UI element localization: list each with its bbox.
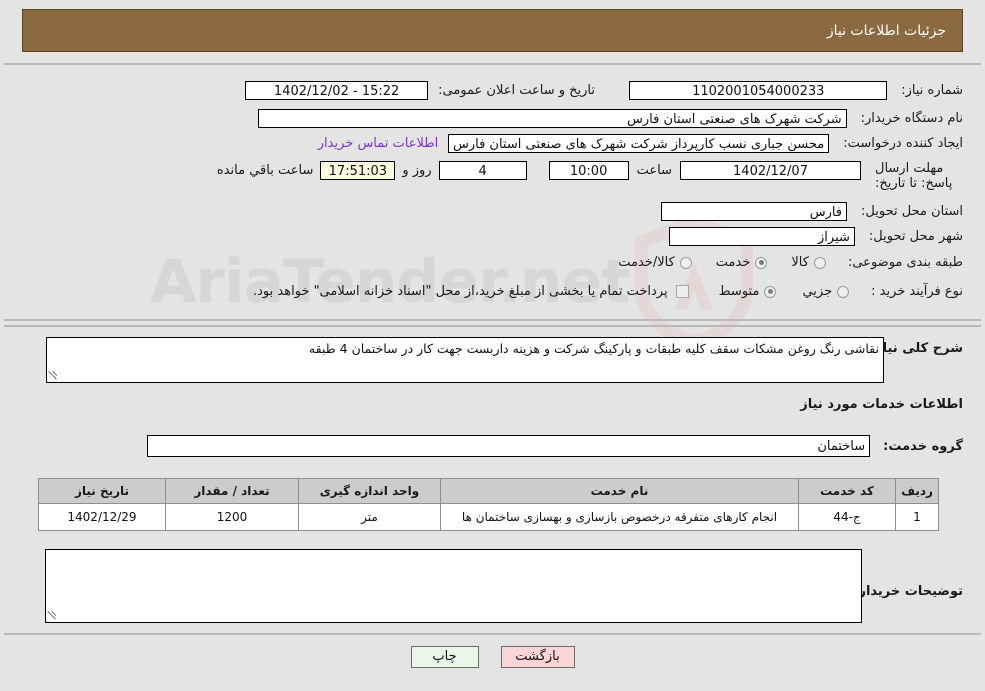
- need-number-label: شماره نیاز:: [901, 83, 963, 98]
- cell-row: 1: [895, 503, 939, 531]
- table-row: 1 ج-44 انجام کارهای متفرقه درخصوص بازساز…: [38, 503, 939, 531]
- city-value: شیراز: [668, 227, 855, 246]
- buyer-org-row: نام دستگاه خریدار: شرکت شهرک های صنعتی ا…: [257, 109, 963, 128]
- treasury-note: پرداخت تمام یا بخشی از مبلغ خرید،از محل …: [253, 284, 668, 299]
- page-header: جزئیات اطلاعات نیاز: [22, 9, 963, 52]
- category-radio-kala-khedmat[interactable]: [679, 256, 692, 269]
- process-label-jozei: جزیي: [802, 284, 833, 299]
- services-section-title: اطلاعات خدمات مورد نیاز: [800, 397, 963, 412]
- section-title-wrap: اطلاعات خدمات مورد نیاز: [800, 397, 963, 412]
- page-title: جزئیات اطلاعات نیاز: [826, 22, 946, 39]
- print-button[interactable]: چاپ: [410, 646, 479, 668]
- process-row: نوع فرآیند خرید : جزیي متوسط پرداخت تمام…: [253, 284, 963, 299]
- cell-date: 1402/12/29: [38, 503, 166, 531]
- table-header-row: ردیف کد خدمت نام خدمت واحد اندازه گیری ت…: [38, 478, 939, 504]
- hour-label: ساعت: [636, 163, 672, 178]
- category-label-kala: کالا: [791, 255, 809, 270]
- category-row: طبقه بندی موضوعی: کالا خدمت کالا/خدمت: [618, 255, 963, 270]
- buyer-contact-link[interactable]: اطلاعات تماس خریدار: [318, 136, 438, 151]
- buyer-notes-label: توضیحات خریدار:: [853, 584, 963, 599]
- process-radio-jozei[interactable]: [837, 285, 850, 298]
- cell-unit: متر: [298, 503, 441, 531]
- buyer-notes-label-wrap: توضیحات خریدار:: [853, 584, 963, 599]
- th-date: تاریخ نیاز: [38, 478, 166, 504]
- creator-value: محسن جباری نسب کارپرداز شرکت شهرک های صن…: [448, 134, 830, 153]
- creator-row: ایجاد کننده درخواست: محسن جباری نسب کارپ…: [318, 134, 963, 153]
- remaining-days: 4: [438, 161, 527, 180]
- process-label: نوع فرآیند خرید :: [871, 284, 963, 299]
- category-label: طبقه بندی موضوعی:: [847, 255, 963, 270]
- summary-value: نقاشی رنگ روغن مشکات سقف کلیه طبقات و پا…: [308, 341, 879, 356]
- action-buttons: بازگشت چاپ: [0, 646, 985, 668]
- province-row: استان محل تحویل: فارس: [661, 202, 963, 221]
- service-group-value: ساختمان: [147, 435, 871, 457]
- th-row: ردیف: [895, 478, 939, 504]
- buyer-notes-textarea[interactable]: [45, 549, 862, 623]
- announce-row: تاریخ و ساعت اعلان عمومی: 15:22 - 1402/1…: [245, 81, 595, 100]
- resize-grip-icon[interactable]: [48, 371, 59, 381]
- countdown-timer: 17:51:03: [320, 161, 396, 180]
- category-option-kala-khedmat[interactable]: کالا/خدمت: [618, 255, 692, 270]
- days-unit-label: روز و: [402, 163, 432, 178]
- category-label-khedmat: خدمت: [715, 255, 751, 270]
- summary-textarea[interactable]: نقاشی رنگ روغن مشکات سقف کلیه طبقات و پا…: [46, 337, 884, 383]
- service-group-label: گروه خدمت:: [883, 438, 963, 454]
- category-radio-khedmat[interactable]: [755, 256, 768, 269]
- process-label-motevaset: متوسط: [718, 284, 760, 299]
- creator-label: ایجاد کننده درخواست:: [843, 136, 963, 151]
- th-qty: تعداد / مقدار: [165, 478, 299, 504]
- th-name: نام خدمت: [440, 478, 799, 504]
- deadline-time: 10:00: [548, 161, 629, 180]
- province-value: فارس: [661, 202, 848, 221]
- announce-label: تاریخ و ساعت اعلان عمومی:: [438, 83, 595, 98]
- treasury-checkbox[interactable]: [675, 285, 689, 298]
- need-summary-panel: شماره نیاز: 1102001054000233 تاریخ و ساع…: [4, 63, 981, 321]
- service-details-panel: شرح کلی نیاز: نقاشی رنگ روغن مشکات سقف ک…: [4, 325, 981, 635]
- category-label-kala-khedmat: کالا/خدمت: [618, 255, 675, 270]
- services-table: ردیف کد خدمت نام خدمت واحد اندازه گیری ت…: [38, 478, 939, 531]
- province-label: استان محل تحویل:: [861, 204, 963, 219]
- category-option-kala[interactable]: کالا: [791, 255, 826, 270]
- countdown-unit-label: ساعت باقي مانده: [216, 163, 314, 178]
- category-option-khedmat[interactable]: خدمت: [716, 255, 768, 270]
- cell-qty: 1200: [165, 503, 299, 531]
- th-code: کد خدمت: [798, 478, 896, 504]
- service-group-row: گروه خدمت: ساختمان: [147, 435, 963, 457]
- process-radio-motevaset[interactable]: [764, 285, 777, 298]
- resize-grip-icon-notes[interactable]: [47, 611, 58, 621]
- cell-name: انجام کارهای متفرقه درخصوص بازسازی و بهس…: [440, 503, 799, 531]
- announce-value: 15:22 - 1402/12/02: [245, 81, 429, 100]
- buyer-org-value: شرکت شهرک های صنعتی استان فارس: [257, 109, 847, 128]
- category-radio-kala[interactable]: [813, 256, 826, 269]
- process-option-jozei[interactable]: جزیي: [802, 284, 850, 299]
- process-option-motevaset[interactable]: متوسط: [719, 284, 777, 299]
- buyer-org-label: نام دستگاه خریدار:: [860, 111, 963, 126]
- back-button[interactable]: بازگشت: [500, 646, 575, 668]
- deadline-label-wrap: مهلت ارسال پاسخ: تا تاریخ:: [875, 161, 963, 191]
- city-label: شهر محل تحویل:: [868, 229, 963, 244]
- deadline-label: مهلت ارسال پاسخ: تا تاریخ:: [875, 161, 953, 191]
- deadline-date: 1402/12/07: [680, 161, 861, 180]
- city-row: شهر محل تحویل: شیراز: [668, 227, 963, 246]
- cell-code: ج-44: [798, 503, 896, 531]
- th-unit: واحد اندازه گیری: [298, 478, 441, 504]
- need-number-row: شماره نیاز: 1102001054000233: [629, 81, 963, 100]
- need-number-value: 1102001054000233: [629, 81, 888, 100]
- deadline-row: 1402/12/07 ساعت 10:00 4 روز و 17:51:03 س…: [217, 161, 861, 180]
